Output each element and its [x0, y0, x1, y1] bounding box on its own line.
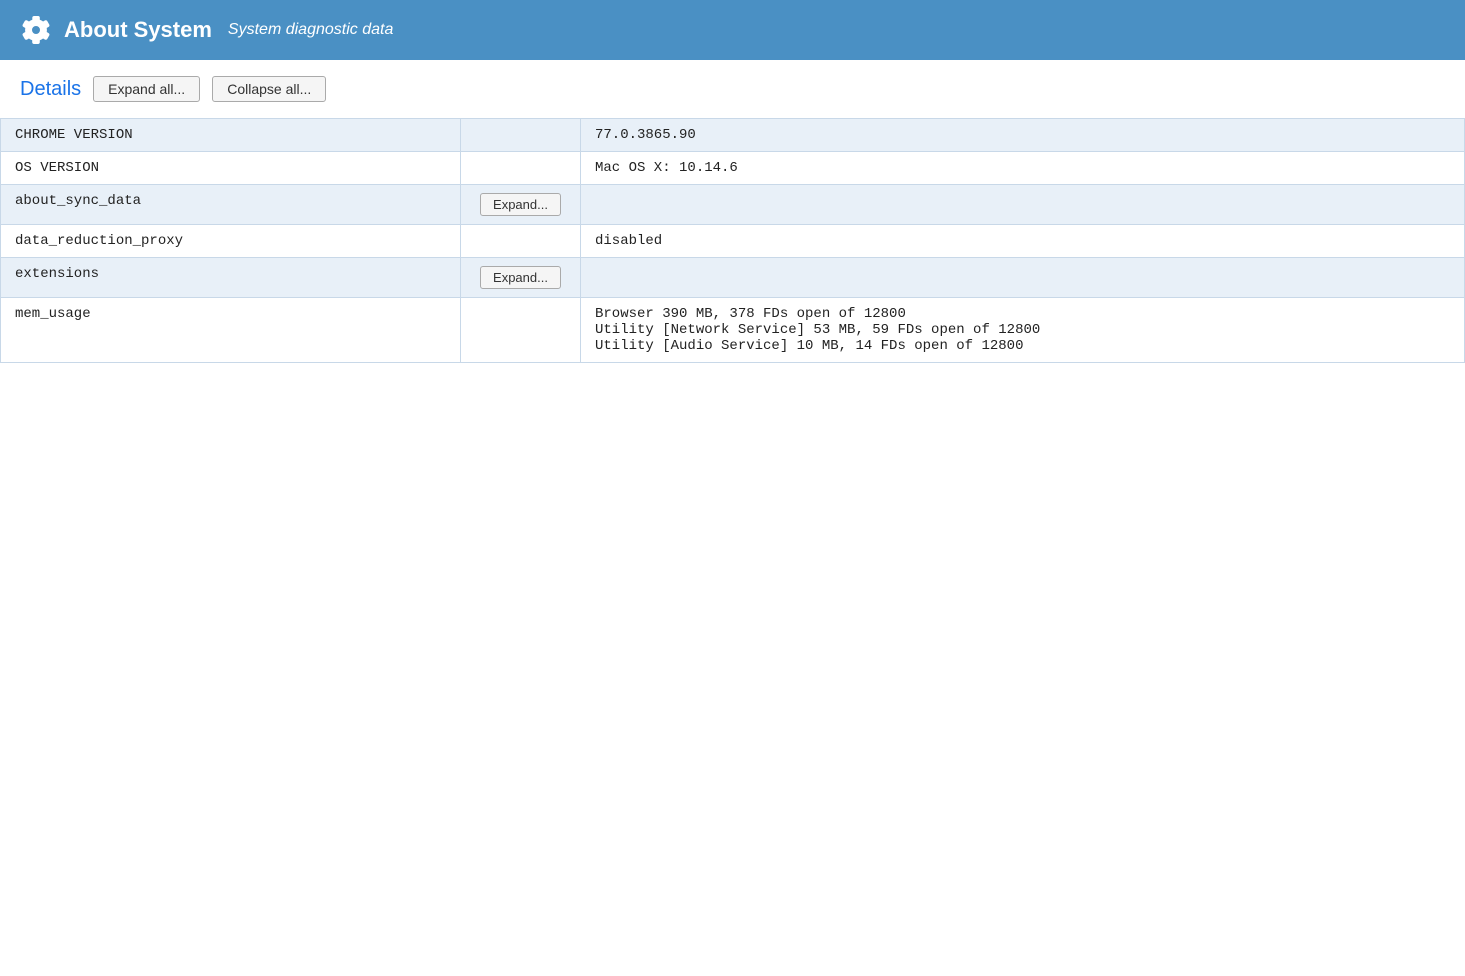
expand-button[interactable]: Expand... [480, 266, 561, 289]
row-expand-cell [461, 119, 581, 152]
row-expand-cell [461, 152, 581, 185]
row-value-cell [581, 258, 1465, 298]
table-row: CHROME VERSION 77.0.3865.90 [1, 119, 1465, 152]
row-expand-cell[interactable]: Expand... [461, 258, 581, 298]
row-value-cell: 77.0.3865.90 [581, 119, 1465, 152]
row-key-cell: CHROME VERSION [1, 119, 461, 152]
table-row: OS VERSION Mac OS X: 10.14.6 [1, 152, 1465, 185]
row-expand-cell[interactable]: Expand... [461, 185, 581, 225]
row-key-cell: about_sync_data [1, 185, 461, 225]
row-value-cell: disabled [581, 225, 1465, 258]
system-data-table: CHROME VERSION 77.0.3865.90 OS VERSION Mac … [0, 118, 1465, 363]
table-row: about_sync_data Expand... [1, 185, 1465, 225]
row-key-cell: extensions [1, 258, 461, 298]
details-section-header: Details Expand all... Collapse all... [0, 60, 1465, 118]
expand-all-button[interactable]: Expand all... [93, 76, 200, 102]
expand-button[interactable]: Expand... [480, 193, 561, 216]
table-row: mem_usage Browser 390 MB, 378 FDs open of… [1, 298, 1465, 363]
row-key-cell: data_reduction_proxy [1, 225, 461, 258]
row-key-cell: mem_usage [1, 298, 461, 363]
app-header: About System System diagnostic data [0, 0, 1465, 60]
table-row: data_reduction_proxy disabled [1, 225, 1465, 258]
gear-icon [20, 14, 52, 46]
table-row: extensions Expand... [1, 258, 1465, 298]
row-value-cell: Mac OS X: 10.14.6 [581, 152, 1465, 185]
row-expand-cell [461, 298, 581, 363]
row-key-cell: OS VERSION [1, 152, 461, 185]
row-value-cell: Browser 390 MB, 378 FDs open of 12800 Ut… [581, 298, 1465, 363]
row-value-cell [581, 185, 1465, 225]
row-expand-cell [461, 225, 581, 258]
app-subtitle: System diagnostic data [228, 21, 393, 39]
details-heading: Details [20, 78, 81, 101]
collapse-all-button[interactable]: Collapse all... [212, 76, 326, 102]
app-title: About System [64, 17, 212, 43]
